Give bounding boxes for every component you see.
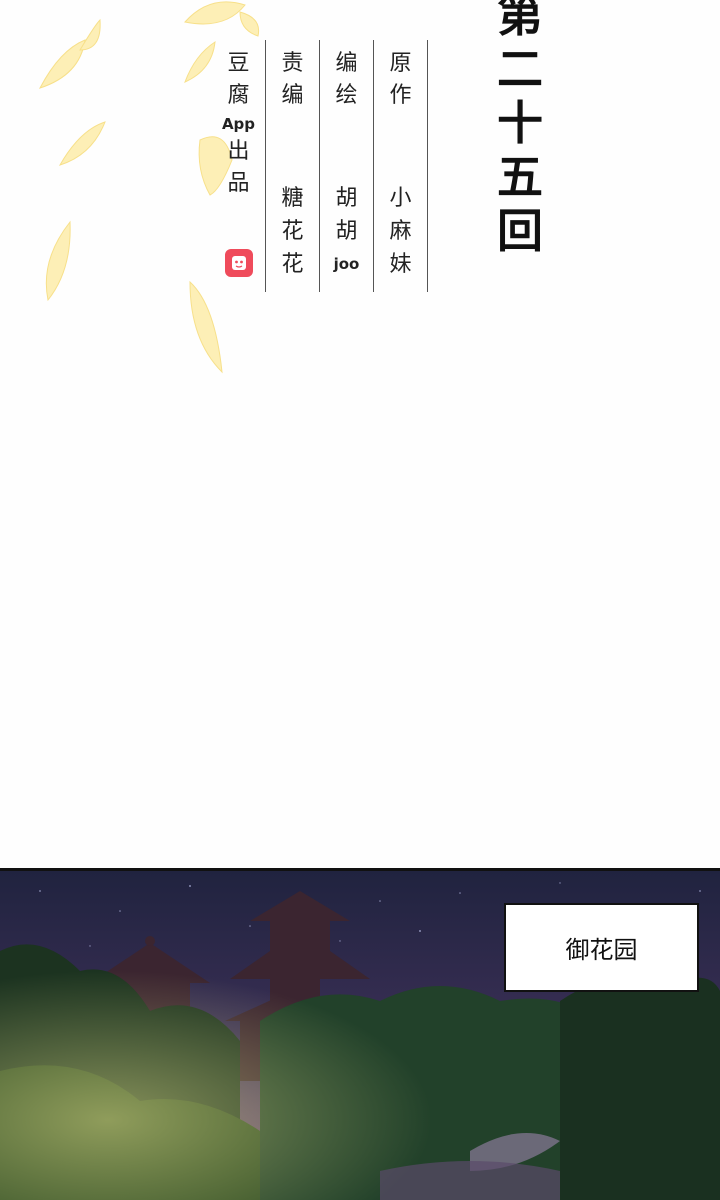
original-label: 原 作 [389, 48, 411, 112]
episode-title-char: 回 [497, 204, 543, 258]
doufu-app-logo-icon [224, 249, 253, 277]
leaf [58, 121, 106, 166]
original-name-char: 麻 [389, 219, 412, 244]
editor-label-char: 编 [281, 83, 304, 108]
editor-name-char: 糖 [281, 186, 304, 211]
leaf [38, 39, 86, 89]
original-name-char: 小 [389, 186, 412, 211]
episode-title-char: 五 [497, 150, 543, 204]
artist-name-char: 胡 [335, 219, 358, 244]
artist-name-char: 胡 [335, 186, 358, 211]
editor-label-char: 责 [281, 51, 304, 76]
credits-block: 豆 腐 App 出 品 责 编 糖 花 花 编 绘 胡 胡 joo 原 作 小 … [212, 40, 428, 292]
episode-title-char: 十 [497, 96, 543, 150]
artist-label-char: 绘 [335, 83, 358, 108]
artist-label-char: 编 [335, 51, 358, 76]
location-caption: 御花园 [504, 903, 699, 992]
original-name: 小 麻 妹 [389, 182, 411, 281]
artist-name-latin: joo [333, 255, 360, 273]
credit-artist: 编 绘 胡 胡 joo [320, 40, 374, 292]
editor-name: 糖 花 花 [281, 182, 303, 281]
editor-name-char: 花 [281, 252, 304, 277]
location-caption-text: 御花园 [565, 936, 638, 964]
leaf [184, 1, 246, 25]
original-label-char: 作 [389, 83, 412, 108]
publisher-app-text: App [221, 115, 256, 133]
publisher-label: 豆 腐 App 出 品 [222, 48, 255, 200]
artist-label: 编 绘 [335, 48, 357, 112]
episode-title-char: 二 [497, 42, 543, 96]
leaf [239, 11, 260, 37]
editor-name-char: 花 [281, 219, 304, 244]
credit-editor: 责 编 糖 花 花 [266, 40, 320, 292]
leaf [79, 18, 101, 51]
publisher-char: 豆 [227, 51, 250, 76]
publisher-char: 出 [227, 139, 250, 164]
artist-name: 胡 胡 joo [334, 182, 360, 281]
publisher-char: 品 [227, 171, 250, 196]
credit-publisher: 豆 腐 App 出 品 [212, 40, 266, 292]
original-name-char: 妹 [389, 252, 412, 277]
leaf [184, 41, 216, 83]
leaf [45, 220, 71, 302]
original-label-char: 原 [389, 51, 412, 76]
credit-original: 原 作 小 麻 妹 [374, 40, 428, 292]
leaf [189, 280, 223, 374]
editor-label: 责 编 [281, 48, 303, 112]
episode-title: 第 二 十 五 回 [492, 0, 548, 258]
episode-title-char: 第 [497, 0, 543, 42]
publisher-char: 腐 [227, 83, 250, 108]
